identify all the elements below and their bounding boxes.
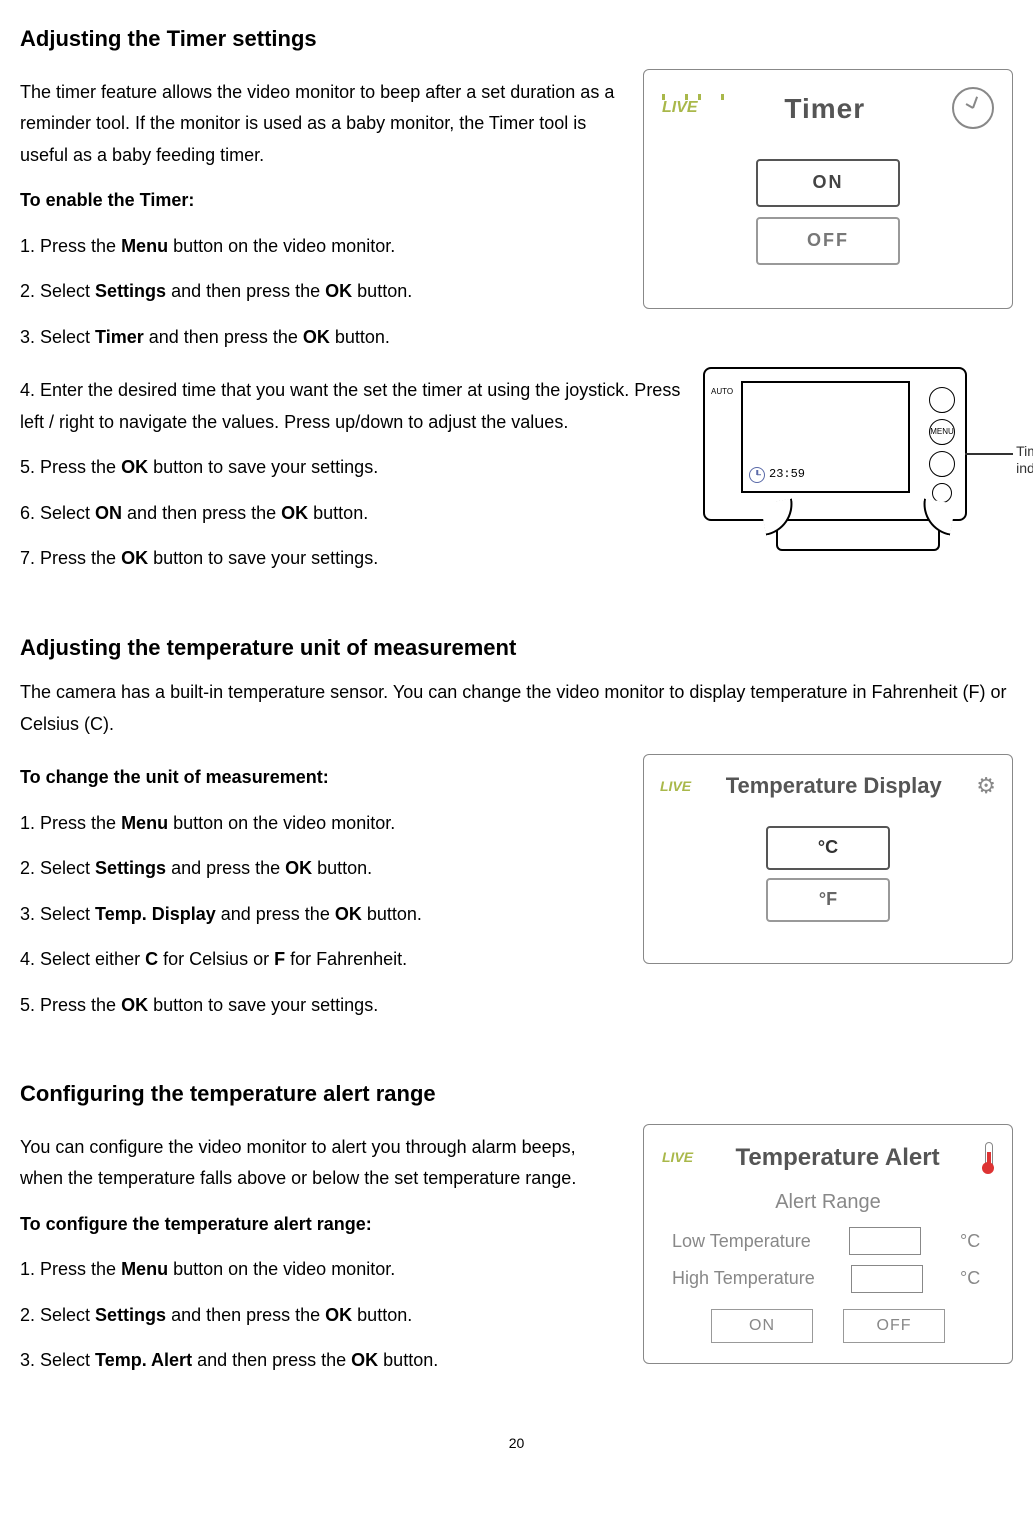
alert-range-label: Alert Range [662,1185,994,1220]
timer-indicator-icon [749,467,765,483]
section1-step3: 3. Select Timer and then press the OK bu… [20,322,623,354]
section1-intro: The timer feature allows the video monit… [20,77,623,172]
timer-title: Timer [784,84,865,133]
unit-label-high: °C [960,1263,984,1295]
section1-step7: 7. Press the OK button to save your sett… [20,543,683,575]
temp-alert-title: Temperature Alert [736,1137,940,1179]
high-temp-label: High Temperature [672,1263,815,1295]
section3-step2: 2. Select Settings and then press the OK… [20,1300,623,1332]
section2-step2: 2. Select Settings and press the OK butt… [20,853,623,885]
section2-subhead: To change the unit of measurement: [20,762,623,794]
figure-temp-display: LIVE Temperature Display ⚙ °C °F [643,754,1013,964]
page-number: 20 [20,1431,1013,1456]
alert-on-button: ON [711,1309,813,1343]
section1-step2: 2. Select Settings and then press the OK… [20,276,623,308]
live-indicator: LIVE [660,774,691,799]
section2-step3: 3. Select Temp. Display and press the OK… [20,899,623,931]
celsius-option: °C [766,826,890,870]
alert-off-button: OFF [843,1309,945,1343]
unit-label-low: °C [960,1226,984,1258]
auto-label: AUTO [711,385,733,399]
live-indicator: LIVE [662,1145,693,1170]
section2-intro: The camera has a built-in temperature se… [20,677,1013,740]
timer-off-button: OFF [756,217,900,265]
low-temp-label: Low Temperature [672,1226,811,1258]
section3-step3: 3. Select Temp. Alert and then press the… [20,1345,623,1377]
fahrenheit-option: °F [766,878,890,922]
figure-temp-alert: LIVE Temperature Alert Alert Range Low T… [643,1124,1013,1364]
device-button1 [929,387,955,413]
high-temp-input [851,1265,923,1293]
figure-monitor-device: AUTO 23:59 MENU Timer indicator [703,367,1013,551]
timer-time: 23:59 [769,464,805,485]
section1-step1: 1. Press the Menu button on the video mo… [20,231,623,263]
section3-step1: 1. Press the Menu button on the video mo… [20,1254,623,1286]
clock-icon [952,87,994,129]
section3-heading: Configuring the temperature alert range [20,1075,1013,1114]
thermometer-icon [982,1142,994,1174]
section2-step5: 5. Press the OK button to save your sett… [20,990,623,1022]
figure-timer-screen: LIVE Timer ON OFF [643,69,1013,309]
device-button3 [929,451,955,477]
device-menu-button: MENU [929,419,955,445]
temp-display-title: Temperature Display [726,767,942,806]
section1-heading: Adjusting the Timer settings [20,20,1013,59]
section1-step4: 4. Enter the desired time that you want … [20,375,683,438]
section1-subhead: To enable the Timer: [20,185,623,217]
section2-step1: 1. Press the Menu button on the video mo… [20,808,623,840]
section2-step4: 4. Select either C for Celsius or F for … [20,944,623,976]
section2-heading: Adjusting the temperature unit of measur… [20,629,1013,668]
section3-subhead: To configure the temperature alert range… [20,1209,623,1241]
section3-intro: You can configure the video monitor to a… [20,1132,623,1195]
live-indicator: LIVE [662,94,698,122]
low-temp-input [849,1227,921,1255]
timer-on-button: ON [756,159,900,207]
gear-icon: ⚙ [976,767,996,806]
section1-step6: 6. Select ON and then press the OK butto… [20,498,683,530]
section1-step5: 5. Press the OK button to save your sett… [20,452,683,484]
timer-indicator-callout: Timer indicator [1016,443,1033,477]
